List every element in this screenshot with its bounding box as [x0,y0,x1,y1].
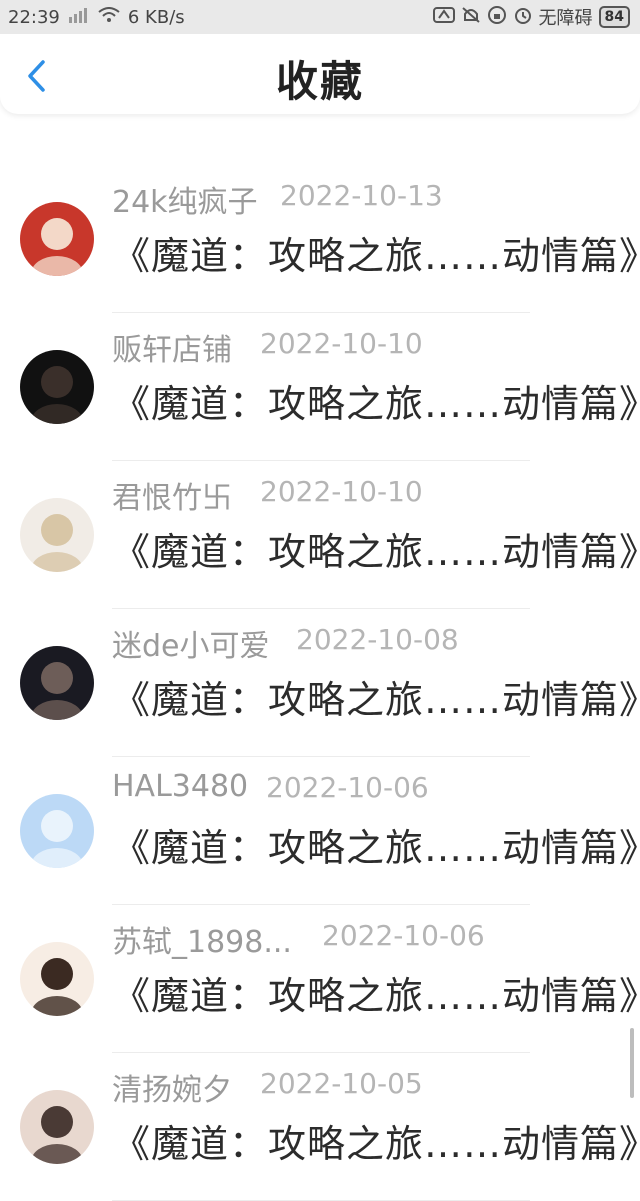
avatar[interactable] [20,202,94,276]
scrollbar[interactable] [630,1028,634,1098]
favorite-date: 2022-10-05 [260,1067,423,1100]
app-icon [432,6,455,29]
battery-icon: 84 [598,6,630,28]
list-item[interactable]: 君恨竹卐 2022-10-10 《魔道：攻略之旅……动情篇》 [0,461,640,609]
username[interactable]: 贩轩店铺 [112,325,232,369]
work-title[interactable]: 《魔道：攻略之旅……动情篇》 [112,817,640,872]
favorite-date: 2022-10-08 [296,623,459,656]
username[interactable]: 24k纯疯子 [112,177,258,221]
avatar[interactable] [20,646,94,720]
favorite-date: 2022-10-13 [280,179,443,212]
list-item[interactable]: 清扬婉夕 2022-10-05 《魔道：攻略之旅……动情篇》 [0,1053,640,1201]
username[interactable]: 苏轼_1898... [112,917,292,961]
list-item[interactable]: HAL3480 2022-10-06 《魔道：攻略之旅……动情篇》 [0,757,640,905]
username[interactable]: 迷de小可爱 [112,621,270,665]
favorite-date: 2022-10-10 [260,327,423,360]
work-title[interactable]: 《魔道：攻略之旅……动情篇》 [112,1113,640,1168]
work-title[interactable]: 《魔道：攻略之旅……动情篇》 [112,373,640,428]
username[interactable]: 君恨竹卐 [112,473,232,517]
work-title[interactable]: 《魔道：攻略之旅……动情篇》 [112,965,640,1020]
app-header: 收藏 [0,34,640,114]
favorite-date: 2022-10-06 [266,771,429,804]
avatar[interactable] [20,498,94,572]
avatar[interactable] [20,942,94,1016]
alarm-icon [513,5,533,30]
list-item[interactable]: 贩轩店铺 2022-10-10 《魔道：攻略之旅……动情篇》 [0,313,640,461]
lock-rotation-icon [487,5,507,30]
work-title[interactable]: 《魔道：攻略之旅……动情篇》 [112,225,640,280]
username[interactable]: 清扬婉夕 [112,1065,232,1109]
avatar[interactable] [20,794,94,868]
favorite-date: 2022-10-06 [322,919,485,952]
network-speed: 6 KB/s [127,6,185,28]
status-bar: 22:39 6 KB/s 无障碍 84 [0,0,640,34]
username[interactable]: HAL3480 [112,769,248,804]
avatar[interactable] [20,350,94,424]
list-item[interactable]: 迷de小可爱 2022-10-08 《魔道：攻略之旅……动情篇》 [0,609,640,757]
work-title[interactable]: 《魔道：攻略之旅……动情篇》 [112,521,640,576]
wifi-icon [98,6,120,28]
list-item[interactable]: 24k纯疯子 2022-10-13 《魔道：攻略之旅……动情篇》 [0,165,640,313]
bell-off-icon [461,6,481,29]
page-title: 收藏 [275,57,364,106]
list-item[interactable]: 苏轼_1898... 2022-10-06 《魔道：攻略之旅……动情篇》 [0,905,640,1053]
clock: 22:39 [8,6,60,28]
favorite-date: 2022-10-10 [260,475,423,508]
accessibility-label: 无障碍 [538,8,593,29]
avatar[interactable] [20,1090,94,1164]
work-title[interactable]: 《魔道：攻略之旅……动情篇》 [112,669,640,724]
signal-icon [68,7,90,28]
